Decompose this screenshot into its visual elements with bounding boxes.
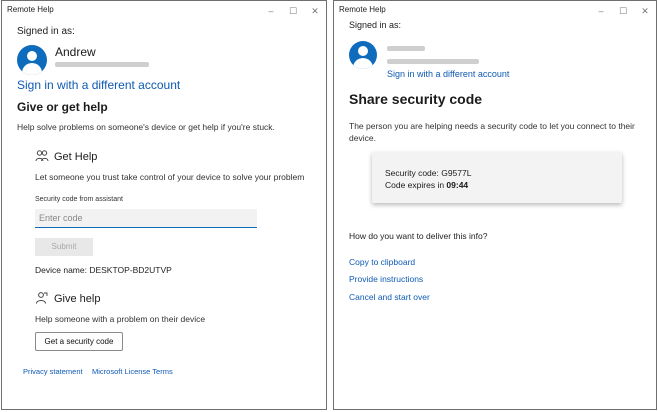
signed-in-label: Signed in as: (17, 26, 75, 37)
minimize-button[interactable]: – (590, 1, 612, 21)
give-help-heading: Give help (54, 293, 101, 305)
redacted-email (55, 62, 149, 67)
title-bar: Remote Help – ☐ ✕ (334, 1, 656, 21)
copy-to-clipboard-link[interactable]: Copy to clipboard (349, 257, 415, 267)
code-expiry: Code expires in 09:44 (385, 180, 468, 190)
security-code-label: Security code from assistant (35, 196, 123, 203)
device-name: Device name: DESKTOP-BD2UTVP (35, 265, 172, 275)
deliver-question: How do you want to deliver this info? (349, 231, 488, 241)
get-help-description: Let someone you trust take control of yo… (35, 172, 305, 182)
close-button[interactable]: ✕ (304, 1, 326, 21)
remote-help-window-right: Remote Help – ☐ ✕ Signed in as: Sign in … (333, 0, 657, 410)
person-support-icon (35, 291, 49, 310)
people-icon (35, 149, 49, 168)
give-help-description: Help someone with a problem on their dev… (35, 314, 206, 324)
signed-in-label: Signed in as: (349, 20, 402, 30)
avatar (349, 41, 377, 69)
security-code-input[interactable] (35, 209, 257, 228)
get-security-code-button[interactable]: Get a security code (35, 332, 123, 351)
privacy-statement-link[interactable]: Privacy statement (23, 367, 83, 376)
give-or-get-heading: Give or get help (17, 100, 108, 114)
window-title: Remote Help (7, 5, 54, 14)
window-title: Remote Help (339, 5, 386, 14)
share-code-description: The person you are helping needs a secur… (349, 121, 635, 143)
user-name: Andrew (55, 45, 96, 59)
code-expiry-time: 09:44 (446, 180, 469, 190)
redacted-name (387, 46, 425, 51)
switch-account-link[interactable]: Sign in with a different account (387, 69, 509, 79)
remote-help-window-left: Remote Help – ☐ ✕ Signed in as: Andrew S… (1, 0, 327, 410)
give-or-get-description: Help solve problems on someone's device … (17, 122, 275, 132)
close-button[interactable]: ✕ (634, 1, 656, 21)
switch-account-link[interactable]: Sign in with a different account (17, 78, 180, 92)
provide-instructions-link[interactable]: Provide instructions (349, 274, 423, 284)
minimize-button[interactable]: – (260, 1, 282, 21)
license-terms-link[interactable]: Microsoft License Terms (92, 367, 173, 376)
redacted-email (387, 59, 479, 64)
get-help-heading: Get Help (54, 151, 98, 163)
share-code-heading: Share security code (349, 91, 483, 107)
title-bar: Remote Help – ☐ ✕ (2, 1, 326, 21)
security-code-text: Security code: G9577L (385, 168, 472, 178)
cancel-start-over-link[interactable]: Cancel and start over (349, 292, 430, 302)
maximize-button[interactable]: ☐ (282, 1, 304, 21)
avatar (17, 45, 47, 75)
submit-button[interactable]: Submit (35, 238, 93, 256)
code-expiry-prefix: Code expires in (385, 180, 447, 190)
security-code-card: Security code: G9577L Code expires in 09… (372, 152, 622, 203)
maximize-button[interactable]: ☐ (612, 1, 634, 21)
